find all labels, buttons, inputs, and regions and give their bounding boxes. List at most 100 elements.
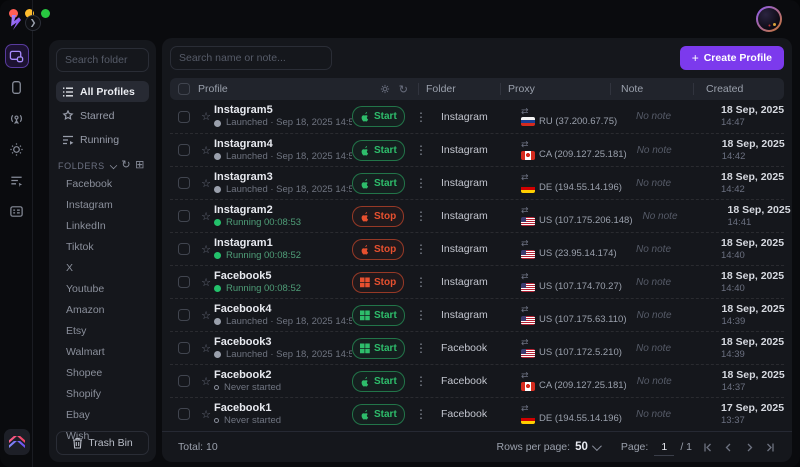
page-input[interactable] <box>654 438 675 456</box>
row-checkbox[interactable] <box>178 177 190 189</box>
row-checkbox[interactable] <box>178 110 190 123</box>
row-menu-icon[interactable]: ⋮ <box>408 407 434 421</box>
profile-name[interactable]: Facebook3 <box>214 336 352 349</box>
sidebar-item-running[interactable]: Running <box>56 129 149 150</box>
folder-search-input[interactable] <box>56 48 149 72</box>
proxy-type-icon: ⇄ <box>521 205 529 215</box>
nav-proxies-icon[interactable] <box>5 106 29 130</box>
rows-per-page-select[interactable]: 50 <box>575 441 588 453</box>
nav-notes-icon[interactable] <box>5 199 29 223</box>
star-icon[interactable]: ☆ <box>198 210 214 223</box>
start-stop-button[interactable]: Stop <box>352 271 405 293</box>
folder-item-youtube[interactable]: Youtube <box>56 278 149 299</box>
start-stop-button[interactable]: Start <box>352 172 405 194</box>
row-checkbox[interactable] <box>178 210 190 222</box>
folder-item-instagram[interactable]: Instagram <box>56 194 149 215</box>
row-checkbox[interactable] <box>178 375 190 387</box>
refresh-table-icon[interactable]: ↻ <box>399 83 408 96</box>
next-page-button[interactable] <box>744 442 755 453</box>
row-menu-icon[interactable]: ⋮ <box>408 143 434 157</box>
rows-per-page-label: Rows per page: <box>496 441 571 453</box>
nav-tasks-icon[interactable] <box>5 168 29 192</box>
create-profile-button[interactable]: + Create Profile <box>679 46 784 70</box>
row-checkbox[interactable] <box>178 276 190 288</box>
star-icon[interactable]: ☆ <box>198 110 214 123</box>
profile-name[interactable]: Facebook4 <box>214 303 352 316</box>
row-menu-icon[interactable]: ⋮ <box>408 341 434 355</box>
start-stop-button[interactable]: Start <box>352 337 405 359</box>
start-stop-button[interactable]: Start <box>352 370 405 392</box>
star-icon[interactable]: ☆ <box>198 309 214 322</box>
column-settings-icon[interactable] <box>380 84 390 94</box>
nav-automation-icon[interactable] <box>5 137 29 161</box>
prev-page-button[interactable] <box>723 442 734 453</box>
start-stop-button[interactable]: Stop <box>352 238 405 260</box>
folder-item-ebay[interactable]: Ebay <box>56 404 149 425</box>
star-icon[interactable]: ☆ <box>198 243 214 256</box>
nav-profiles-icon[interactable] <box>4 44 29 68</box>
page-label: Page: <box>620 441 649 453</box>
nav-devices-icon[interactable] <box>5 75 29 99</box>
add-folder-icon[interactable]: ⊞ <box>133 160 147 171</box>
folder-item-amazon[interactable]: Amazon <box>56 299 149 320</box>
row-menu-icon[interactable]: ⋮ <box>408 110 434 124</box>
folders-section-label[interactable]: FOLDERS <box>58 161 105 171</box>
refresh-folders-icon[interactable]: ↻ <box>119 160 133 171</box>
folder-item-shopee[interactable]: Shopee <box>56 362 149 383</box>
profile-name[interactable]: Facebook2 <box>214 369 352 382</box>
row-menu-icon[interactable]: ⋮ <box>408 275 434 289</box>
row-menu-icon[interactable]: ⋮ <box>408 176 434 190</box>
sidebar-item-all-profiles[interactable]: All Profiles <box>56 81 149 102</box>
created-time: 14:47 <box>721 117 745 128</box>
row-checkbox[interactable] <box>178 309 190 321</box>
user-avatar[interactable] <box>756 6 782 32</box>
row-menu-icon[interactable]: ⋮ <box>408 308 434 322</box>
profile-name[interactable]: Instagram5 <box>214 104 352 117</box>
trash-bin-button[interactable]: Trash Bin <box>56 431 149 455</box>
sidebar-expand-button[interactable]: ❯ <box>25 15 41 31</box>
row-menu-icon[interactable]: ⋮ <box>408 242 434 256</box>
star-icon[interactable]: ☆ <box>198 375 214 388</box>
star-icon[interactable]: ☆ <box>198 342 214 355</box>
row-checkbox[interactable] <box>178 408 190 420</box>
status-dot-icon <box>214 351 221 358</box>
start-stop-button[interactable]: Start <box>352 106 405 127</box>
start-stop-button[interactable]: Start <box>352 304 405 326</box>
profile-search-input[interactable] <box>170 46 332 70</box>
profile-name[interactable]: Instagram4 <box>214 138 352 151</box>
start-stop-button[interactable]: Start <box>352 403 405 425</box>
profile-name[interactable]: Facebook5 <box>214 270 352 283</box>
folder-item-tiktok[interactable]: Tiktok <box>56 236 149 257</box>
start-stop-button[interactable]: Stop <box>352 205 405 227</box>
workspace-logo-icon[interactable] <box>4 429 30 455</box>
sidebar-item-starred[interactable]: Starred <box>56 105 149 126</box>
last-page-button[interactable] <box>765 442 776 453</box>
row-folder: Facebook <box>441 375 488 387</box>
folder-item-linkedin[interactable]: LinkedIn <box>56 215 149 236</box>
profile-name[interactable]: Instagram2 <box>214 204 352 217</box>
action-label: Stop <box>374 243 397 255</box>
star-icon[interactable]: ☆ <box>198 144 214 157</box>
profile-name[interactable]: Instagram3 <box>214 171 352 184</box>
folder-label: Instagram <box>66 198 113 211</box>
row-checkbox[interactable] <box>178 342 190 354</box>
row-menu-icon[interactable]: ⋮ <box>408 374 434 388</box>
row-menu-icon[interactable]: ⋮ <box>408 209 434 223</box>
folder-item-x[interactable]: X <box>56 257 149 278</box>
folder-item-facebook[interactable]: Facebook <box>56 173 149 194</box>
row-checkbox[interactable] <box>178 144 190 156</box>
row-proxy: ⇄ CA (209.127.25.181) <box>516 370 627 392</box>
star-icon[interactable]: ☆ <box>198 276 214 289</box>
row-checkbox[interactable] <box>178 243 190 255</box>
first-page-button[interactable] <box>702 442 713 453</box>
zoom-button[interactable] <box>41 9 50 18</box>
folder-item-walmart[interactable]: Walmart <box>56 341 149 362</box>
folder-item-shopify[interactable]: Shopify <box>56 383 149 404</box>
profile-name[interactable]: Facebook1 <box>214 402 352 415</box>
star-icon[interactable]: ☆ <box>198 408 214 421</box>
select-all-checkbox[interactable] <box>178 83 190 95</box>
start-stop-button[interactable]: Start <box>352 139 405 161</box>
folder-item-etsy[interactable]: Etsy <box>56 320 149 341</box>
profile-name[interactable]: Instagram1 <box>214 237 352 250</box>
star-icon[interactable]: ☆ <box>198 177 214 190</box>
